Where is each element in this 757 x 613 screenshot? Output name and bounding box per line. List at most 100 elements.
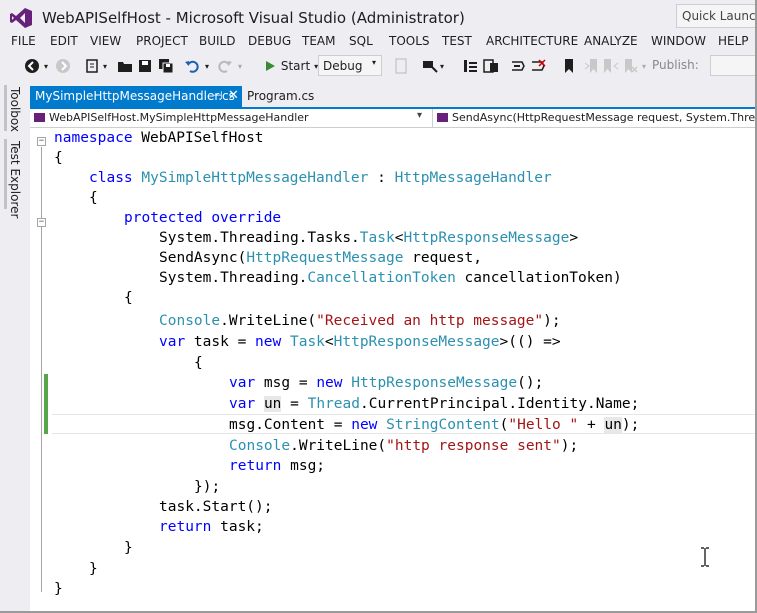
code-line-23: }	[54, 579, 63, 599]
undo-dropdown-icon[interactable]: ▾	[203, 57, 211, 75]
code-line-12: {	[194, 353, 203, 373]
pin-icon[interactable]: ⊣	[213, 89, 223, 102]
code-text: .WriteLine(	[290, 438, 387, 454]
menu-project[interactable]: PROJECT	[136, 34, 188, 48]
menu-sql[interactable]: SQL	[349, 34, 373, 48]
change-tracking-margin	[44, 374, 48, 434]
code-line-8: System.Threading.CancellationToken cance…	[159, 268, 622, 288]
keyword: protected	[124, 210, 203, 226]
clear-bookmarks-icon[interactable]	[622, 57, 638, 75]
redo-dropdown-icon[interactable]: ▾	[236, 57, 244, 75]
bookmark-list-icon[interactable]	[462, 57, 478, 75]
menu-edit[interactable]: EDIT	[50, 34, 78, 48]
menu-team[interactable]: TEAM	[302, 34, 335, 48]
toolbar-overflow-icon[interactable]: ▾	[640, 57, 648, 75]
member-dropdown[interactable]: SendAsync(HttpRequestMessage request, Sy…	[432, 109, 755, 128]
code-text: System.Threading.Tasks.	[159, 230, 360, 246]
remove-from-list-icon[interactable]	[530, 57, 546, 75]
chevron-down-icon[interactable]: ▾	[417, 110, 422, 121]
type-dropdown[interactable]: WebAPISelfHost.MySimpleHttpMessageHandle…	[30, 109, 430, 128]
type-name: Console	[159, 313, 221, 329]
code-line-16: Console.WriteLine("http response sent");	[229, 436, 578, 456]
save-icon[interactable]	[137, 57, 153, 75]
menu-debug[interactable]: DEBUG	[248, 34, 291, 48]
menu-analyze[interactable]: ANALYZE	[584, 34, 638, 48]
type-name: StringContent	[386, 417, 500, 433]
highlighted-reference: un	[604, 417, 622, 433]
redo-icon[interactable]	[217, 57, 233, 75]
test-explorer-tab-indicator	[4, 139, 7, 209]
code-text: :	[368, 170, 395, 186]
tab-label: MySimpleHttpMessageHandler.cs	[35, 89, 235, 103]
code-line-14: var un = Thread.CurrentPrincipal.Identit…	[229, 394, 639, 414]
type-name: HttpRequestMessage	[246, 250, 404, 266]
menu-tools[interactable]: TOOLS	[389, 34, 430, 48]
code-line-17: return msg;	[229, 456, 325, 476]
code-text: msg.Content =	[229, 417, 352, 433]
solution-configuration-value: Debug	[323, 58, 363, 73]
code-text: >	[569, 230, 579, 246]
prev-bookmark-icon[interactable]	[584, 57, 600, 75]
code-editor[interactable]: − − namespace WebAPISelfHost { class MyS…	[30, 128, 755, 611]
comment-tool-icon[interactable]	[422, 57, 438, 75]
keyword: var	[229, 396, 256, 412]
open-file-icon[interactable]	[117, 57, 133, 75]
navigate-back-icon[interactable]	[24, 57, 40, 75]
code-text: >(() =>	[499, 334, 561, 350]
collapse-namespace-icon[interactable]: −	[37, 137, 46, 146]
type-name: CancellationToken	[307, 270, 456, 286]
chevron-down-icon: ▾	[371, 58, 376, 67]
navigate-forward-icon[interactable]	[55, 57, 71, 75]
code-line-1: namespace WebAPISelfHost	[54, 128, 264, 148]
publish-label: Publish:	[652, 58, 699, 72]
code-line-4: {	[89, 188, 98, 208]
type-name: Task	[359, 230, 395, 246]
menu-help[interactable]: HELP	[718, 34, 749, 48]
collapse-method-icon[interactable]: −	[37, 218, 46, 227]
toolbox-tab[interactable]: Toolbox	[8, 87, 22, 132]
title-bar: WebAPISelfHost - Microsoft Visual Studio…	[0, 0, 755, 33]
code-text: cancellationToken)	[455, 270, 622, 286]
quick-launch-input[interactable]: Quick Launch	[676, 4, 755, 28]
tool-dropdown-icon[interactable]: ▾	[438, 57, 446, 75]
publish-target-select[interactable]	[710, 55, 755, 76]
add-to-list-icon[interactable]	[510, 57, 526, 75]
code-text: {	[89, 190, 98, 206]
next-bookmark-icon[interactable]	[603, 57, 619, 75]
test-explorer-tab[interactable]: Test Explorer	[8, 141, 22, 218]
menu-view[interactable]: VIEW	[90, 34, 121, 48]
close-icon[interactable]: ✕	[228, 88, 239, 103]
navigation-bar: WebAPISelfHost.MySimpleHttpMessageHandle…	[30, 109, 755, 128]
tab-program[interactable]: Program.cs	[246, 86, 314, 107]
new-project-icon[interactable]	[84, 57, 100, 75]
solution-configuration-select[interactable]: Debug ▾	[318, 55, 382, 76]
code-text: {	[124, 290, 133, 306]
find-in-files-icon[interactable]	[394, 57, 408, 75]
type-dropdown-value: WebAPISelfHost.MySimpleHttpMessageHandle…	[49, 111, 309, 124]
code-text: }	[54, 581, 63, 597]
document-outline-icon[interactable]	[483, 57, 499, 75]
code-text: WebAPISelfHost	[132, 130, 264, 146]
keyword: namespace	[54, 130, 133, 146]
menu-file[interactable]: FILE	[11, 34, 36, 48]
menu-architecture[interactable]: ARCHITECTURE	[486, 34, 578, 48]
code-text: msg =	[255, 375, 317, 391]
undo-icon[interactable]	[184, 57, 200, 75]
menu-bar: FILE EDIT VIEW PROJECT BUILD DEBUG TEAM …	[0, 33, 755, 51]
menu-build[interactable]: BUILD	[199, 34, 235, 48]
new-dropdown-icon[interactable]: ▾	[101, 57, 109, 75]
ibeam-cursor-icon	[701, 547, 709, 567]
save-all-icon[interactable]	[158, 57, 174, 75]
menu-window[interactable]: WINDOW	[651, 34, 706, 48]
tab-mysimplehttpmessagehandler[interactable]: MySimpleHttpMessageHandler.cs ⊣ ✕	[30, 86, 242, 107]
code-text: System.Threading.	[159, 270, 308, 286]
start-debugging-button[interactable]: Start ▾	[262, 56, 320, 76]
code-line-2: {	[54, 148, 63, 168]
type-name: HttpResponseMessage	[333, 334, 500, 350]
code-line-19: task.Start();	[159, 497, 273, 517]
keyword: new	[351, 417, 378, 433]
code-text: SendAsync(	[159, 250, 247, 266]
bookmark-icon[interactable]	[563, 57, 575, 75]
back-dropdown-icon[interactable]: ▾	[42, 57, 50, 75]
menu-test[interactable]: TEST	[442, 34, 472, 48]
